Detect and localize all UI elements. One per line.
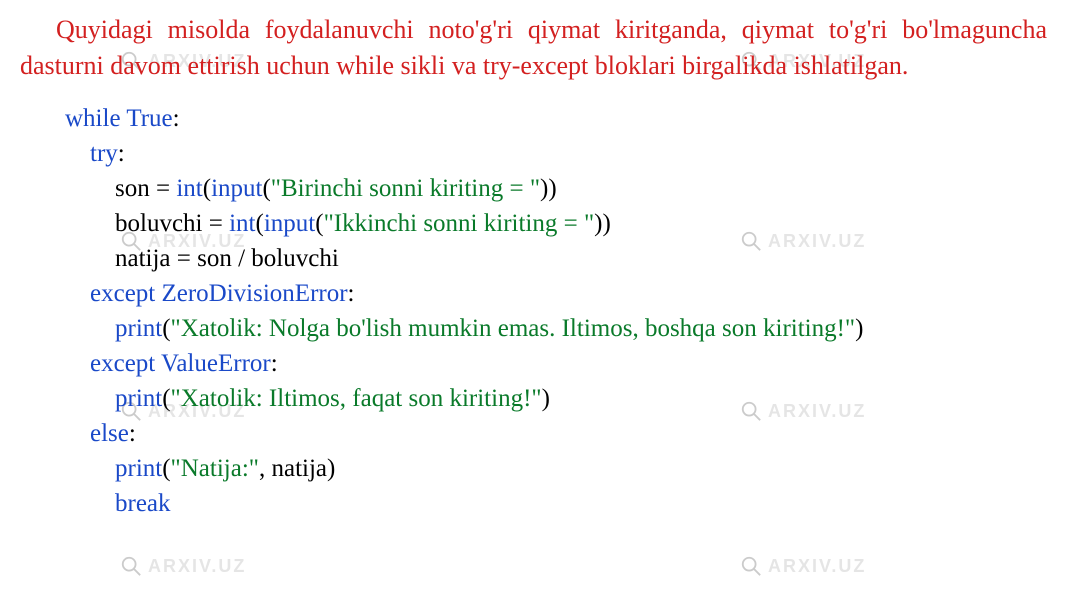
code-line: while True: — [65, 101, 1047, 136]
punct: )) — [594, 210, 611, 237]
string-literal: "Birinchi sonni kiriting = " — [271, 175, 540, 202]
punct: : — [348, 280, 355, 307]
string-literal: "Xatolik: Iltimos, faqat son kiriting!" — [171, 385, 542, 412]
punct: ( — [162, 455, 170, 482]
punct: ) — [542, 385, 550, 412]
intro-paragraph: Quyidagi misolda foydalanuvchi noto'g'ri… — [20, 12, 1047, 85]
builtin: print — [115, 315, 162, 342]
code-line: boluvchi = int(input("Ikkinchi sonni kir… — [65, 206, 1047, 241]
builtin: int — [229, 210, 255, 237]
keyword: except — [90, 350, 155, 377]
code-text: boluvchi = — [115, 210, 229, 237]
punct: ( — [315, 210, 323, 237]
keyword: except — [90, 280, 155, 307]
punct: ( — [262, 175, 270, 202]
watermark-text: ARXIV.UZ — [768, 556, 866, 577]
code-line: break — [65, 486, 1047, 521]
string-literal: "Xatolik: Nolga bo'lish mumkin emas. Ilt… — [171, 315, 856, 342]
code-text: natija = son / boluvchi — [115, 245, 339, 272]
punct: ( — [162, 385, 170, 412]
code-text: , natija) — [259, 455, 335, 482]
punct: : — [129, 420, 136, 447]
builtin: int — [176, 175, 202, 202]
builtin: input — [211, 175, 262, 202]
punct: ( — [162, 315, 170, 342]
code-line: except ZeroDivisionError: — [65, 276, 1047, 311]
punct: : — [118, 140, 125, 167]
keyword: try — [90, 140, 118, 167]
keyword: else — [90, 420, 129, 447]
keyword: while True — [65, 105, 173, 132]
watermark-text: ARXIV.UZ — [148, 556, 246, 577]
slide-container: ARXIV.UZ ARXIV.UZ ARXIV.UZ ARXIV.UZ ARXI… — [0, 0, 1067, 600]
code-line: print("Xatolik: Iltimos, faqat son kirit… — [65, 381, 1047, 416]
code-text: son = — [115, 175, 176, 202]
punct: ( — [203, 175, 211, 202]
code-line: except ValueError: — [65, 346, 1047, 381]
code-line: print("Xatolik: Nolga bo'lish mumkin ema… — [65, 311, 1047, 346]
punct: ( — [256, 210, 264, 237]
punct: ) — [855, 315, 863, 342]
builtin: print — [115, 385, 162, 412]
string-literal: "Natija:" — [171, 455, 259, 482]
code-line: print("Natija:", natija) — [65, 451, 1047, 486]
string-literal: "Ikkinchi sonni kiriting = " — [324, 210, 595, 237]
builtin: input — [264, 210, 315, 237]
punct: : — [173, 105, 180, 132]
class-name: ZeroDivisionError — [161, 280, 347, 307]
code-line: try: — [65, 136, 1047, 171]
keyword: break — [115, 490, 171, 517]
code-line: else: — [65, 416, 1047, 451]
class-name: ValueError — [161, 350, 271, 377]
watermark: ARXIV.UZ — [120, 555, 246, 577]
punct: )) — [540, 175, 557, 202]
builtin: print — [115, 455, 162, 482]
code-line: natija = son / boluvchi — [65, 241, 1047, 276]
code-line: son = int(input("Birinchi sonni kiriting… — [65, 171, 1047, 206]
punct: : — [271, 350, 278, 377]
watermark: ARXIV.UZ — [740, 555, 866, 577]
code-block: while True: try: son = int(input("Birinc… — [20, 101, 1047, 521]
